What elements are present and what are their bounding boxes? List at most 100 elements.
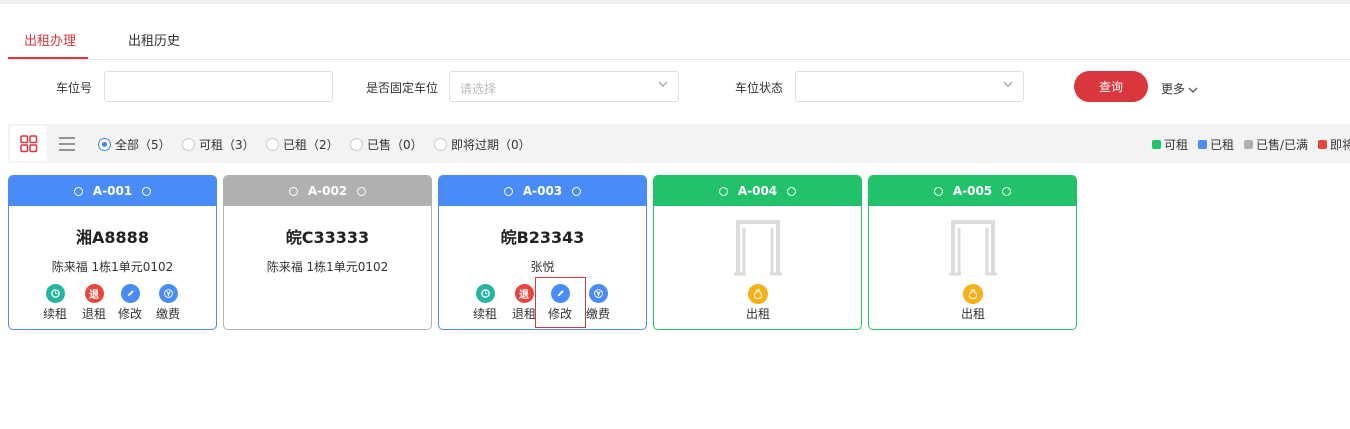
circle-icon xyxy=(357,187,367,196)
filter-radio-rented[interactable]: 已租（2） xyxy=(266,136,339,153)
fixed-slot-select[interactable]: 请选择 xyxy=(449,71,679,102)
tab-bar: 出租办理 出租历史 xyxy=(8,28,1350,60)
slot-no-input[interactable] xyxy=(105,72,332,101)
slot-code: A-002 xyxy=(307,184,348,198)
empty-slot-icon xyxy=(949,220,997,276)
slot-no-label: 车位号 xyxy=(56,81,93,95)
card-header: A-001 xyxy=(9,176,216,206)
list-view-button[interactable] xyxy=(56,133,78,155)
rent-out-button[interactable]: 出租 xyxy=(953,284,993,322)
pay-button[interactable]: 缴费 xyxy=(153,284,183,322)
grid-icon xyxy=(20,135,38,153)
tab-rent-handling[interactable]: 出租办理 xyxy=(8,28,88,59)
return-icon: 退 xyxy=(84,284,104,303)
radio-label: 即将过期（0） xyxy=(451,138,531,152)
slot-no-field[interactable] xyxy=(104,71,333,102)
action-label: 出租 xyxy=(960,307,985,321)
radio-dot xyxy=(182,138,195,151)
legend-expiring: 即将 xyxy=(1318,136,1350,153)
return-button[interactable]: 退 退租 xyxy=(79,284,109,322)
money-bag-icon xyxy=(963,284,983,304)
pay-button[interactable]: 缴费 xyxy=(583,284,613,322)
circle-icon xyxy=(288,187,298,196)
filter-radio-all[interactable]: 全部（5） xyxy=(98,136,171,153)
slot-code: A-003 xyxy=(522,184,563,198)
circle-icon xyxy=(73,187,83,196)
circle-icon xyxy=(142,187,152,196)
tab-rent-history[interactable]: 出租历史 xyxy=(128,28,180,59)
list-icon xyxy=(59,137,75,151)
fixed-slot-label: 是否固定车位 xyxy=(366,81,439,95)
parking-card-a003[interactable]: A-003 皖B23343 张悦 续租 退 退租 修改 缴费 xyxy=(438,175,647,330)
circle-icon xyxy=(933,187,943,196)
edit-icon xyxy=(120,284,140,303)
circle-icon xyxy=(572,187,582,196)
owner-info: 陈来福 1栋1单元0102 xyxy=(266,260,389,274)
legend-swatch xyxy=(1318,140,1327,149)
chevron-down-icon xyxy=(658,81,668,87)
filter-radio-expiring[interactable]: 即将过期（0） xyxy=(434,136,531,153)
search-button[interactable]: 查询 xyxy=(1074,71,1148,102)
renew-button[interactable]: 续租 xyxy=(470,284,500,322)
hover-highlight xyxy=(535,277,586,328)
renew-button[interactable]: 续租 xyxy=(40,284,70,322)
view-toolbar: 全部（5） 可租（3） 已租（2） 已售（0） 即将过期（0） 可租 已租 已售… xyxy=(8,124,1350,163)
circle-icon xyxy=(718,187,728,196)
slot-status-select[interactable] xyxy=(795,71,1024,102)
renew-icon xyxy=(45,284,65,303)
legend-label: 已售/已满 xyxy=(1256,138,1309,152)
owner-info: 张悦 xyxy=(530,260,555,274)
owner-info: 陈来福 1栋1单元0102 xyxy=(51,260,174,274)
legend-swatch xyxy=(1244,140,1253,149)
card-header: A-004 xyxy=(654,176,861,206)
slot-status-label: 车位状态 xyxy=(735,81,784,95)
action-label: 缴费 xyxy=(585,307,610,321)
legend-label: 即将 xyxy=(1330,138,1350,152)
legend-swatch xyxy=(1152,140,1161,149)
yen-icon xyxy=(588,284,608,303)
filter-radio-sold[interactable]: 已售（0） xyxy=(350,136,423,153)
action-label: 缴费 xyxy=(155,307,180,321)
slot-code: A-004 xyxy=(737,184,778,198)
edit-button[interactable]: 修改 xyxy=(115,284,145,322)
radio-label: 已租（2） xyxy=(283,138,339,152)
radio-dot xyxy=(98,138,111,151)
parking-card-a005[interactable]: A-005 出租 xyxy=(868,175,1077,330)
action-label: 出租 xyxy=(745,307,770,321)
circle-icon xyxy=(1002,187,1012,196)
slot-code: A-005 xyxy=(952,184,993,198)
slot-code: A-001 xyxy=(92,184,133,198)
legend-swatch xyxy=(1198,140,1207,149)
more-label: 更多 xyxy=(1161,82,1186,96)
filter-radio-available[interactable]: 可租（3） xyxy=(182,136,255,153)
grid-view-button[interactable] xyxy=(10,126,47,161)
legend-rented: 已租 xyxy=(1198,136,1234,153)
action-label: 退租 xyxy=(81,307,106,321)
legend-label: 可租 xyxy=(1164,138,1189,152)
action-label: 修改 xyxy=(117,307,142,321)
return-icon: 退 xyxy=(514,284,534,303)
rent-out-button[interactable]: 出租 xyxy=(738,284,778,322)
radio-dot xyxy=(350,138,363,151)
license-plate: 皖B23343 xyxy=(500,228,585,247)
top-strip xyxy=(0,0,1350,4)
legend-label: 已租 xyxy=(1210,138,1235,152)
parking-card-a004[interactable]: A-004 出租 xyxy=(653,175,862,330)
empty-slot-icon xyxy=(734,220,782,276)
license-plate: 湘A8888 xyxy=(76,228,149,247)
more-toggle[interactable]: 更多 xyxy=(1161,80,1198,97)
card-header: A-002 xyxy=(224,176,431,206)
renew-icon xyxy=(475,284,495,303)
circle-icon xyxy=(503,187,513,196)
chevron-down-icon xyxy=(1188,87,1198,93)
parking-card-a002[interactable]: A-002 皖C33333 陈来福 1栋1单元0102 xyxy=(223,175,432,330)
radio-label: 已售（0） xyxy=(367,138,423,152)
legend-sold-full: 已售/已满 xyxy=(1244,136,1308,153)
radio-dot xyxy=(266,138,279,151)
fixed-slot-placeholder: 请选择 xyxy=(460,82,497,96)
parking-card-a001[interactable]: A-001 湘A8888 陈来福 1栋1单元0102 续租 退 退租 修改 缴费 xyxy=(8,175,217,330)
action-label: 续租 xyxy=(472,307,497,321)
radio-dot xyxy=(434,138,447,151)
card-header: A-005 xyxy=(869,176,1076,206)
yen-icon xyxy=(158,284,178,303)
